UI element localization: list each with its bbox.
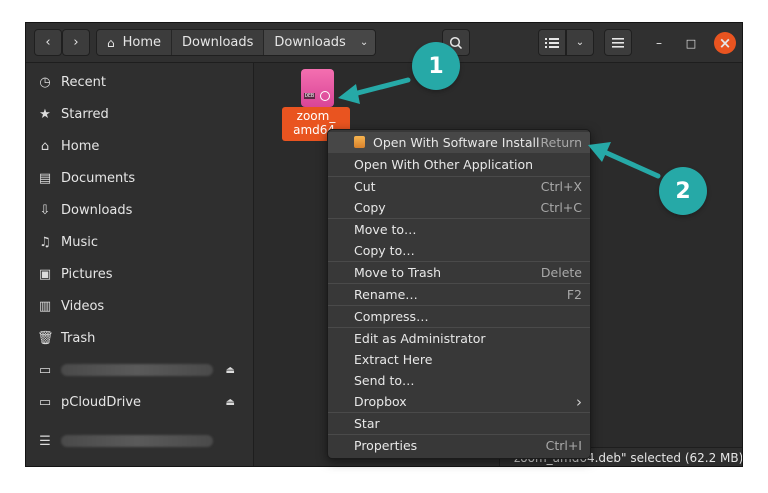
arrow-1-shaft bbox=[347, 77, 411, 98]
callout-number: 1 bbox=[428, 53, 444, 79]
arrow-1-head bbox=[338, 84, 360, 104]
callout-number: 2 bbox=[675, 178, 691, 204]
callout-badge-2: 2 bbox=[659, 167, 707, 215]
arrow-2-shaft bbox=[597, 147, 661, 179]
callout-arrows bbox=[338, 77, 661, 179]
callout-badge-1: 1 bbox=[412, 42, 460, 90]
